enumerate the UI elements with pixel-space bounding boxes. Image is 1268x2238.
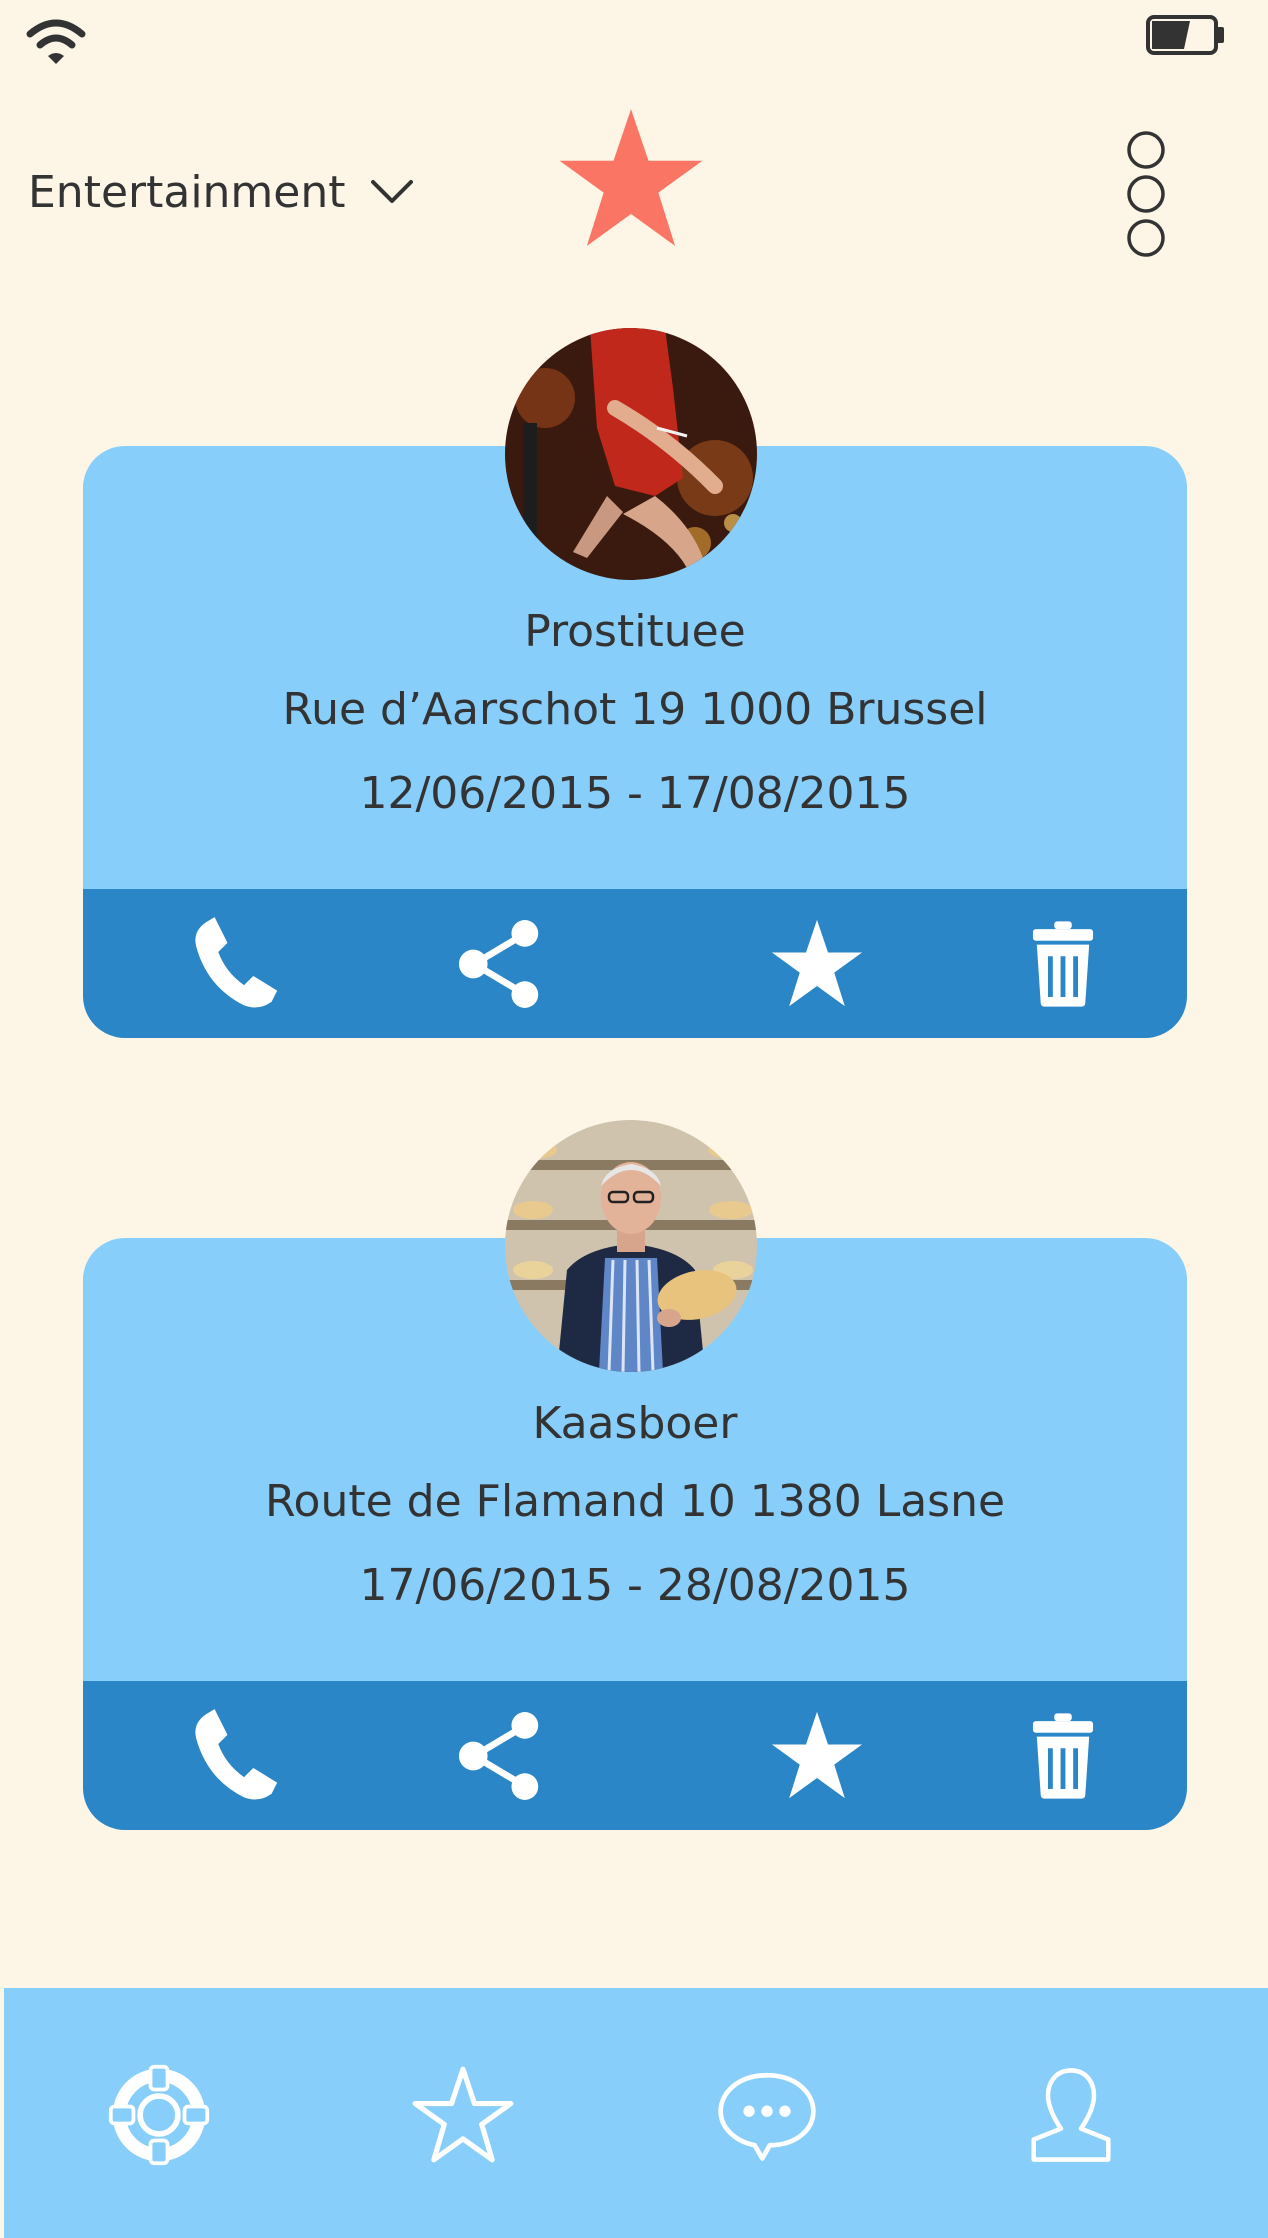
share-button[interactable] bbox=[450, 1703, 550, 1809]
tab-help[interactable] bbox=[104, 2060, 214, 2170]
delete-button[interactable] bbox=[1023, 1703, 1103, 1809]
contact-card[interactable]: Kaasboer Route de Flamand 10 1380 Lasne … bbox=[83, 1120, 1187, 1830]
favorite-button[interactable] bbox=[767, 1703, 867, 1809]
contact-name: Kaasboer bbox=[532, 1398, 738, 1449]
share-icon bbox=[458, 1712, 539, 1800]
contact-dates: 12/06/2015 - 17/08/2015 bbox=[359, 768, 911, 819]
contact-name: Prostituee bbox=[524, 606, 746, 657]
tab-bar bbox=[4, 1988, 1268, 2238]
trash-icon bbox=[1032, 1713, 1094, 1799]
card-actions bbox=[83, 889, 1187, 1038]
battery-icon bbox=[1146, 15, 1224, 55]
card-actions bbox=[83, 1681, 1187, 1830]
contact-dates: 17/06/2015 - 28/08/2015 bbox=[359, 1560, 911, 1611]
wifi-icon bbox=[26, 19, 86, 64]
favorite-button[interactable] bbox=[767, 911, 867, 1017]
chevron-down-icon bbox=[370, 180, 413, 203]
chat-icon bbox=[718, 2072, 816, 2161]
category-label: Entertainment bbox=[28, 166, 346, 218]
star-icon bbox=[771, 919, 863, 1007]
category-dropdown[interactable]: Entertainment bbox=[28, 162, 414, 222]
tab-profile[interactable] bbox=[1016, 2060, 1126, 2170]
contact-card[interactable]: Prostituee Rue d’Aarschot 19 1000 Brusse… bbox=[83, 328, 1187, 1038]
call-button[interactable] bbox=[183, 911, 283, 1017]
delete-button[interactable] bbox=[1023, 911, 1103, 1017]
avatar bbox=[505, 1120, 757, 1372]
share-icon bbox=[458, 920, 539, 1008]
contact-address: Route de Flamand 10 1380 Lasne bbox=[264, 1476, 1006, 1527]
more-vertical-icon[interactable] bbox=[1124, 128, 1168, 260]
star-icon[interactable] bbox=[555, 106, 707, 252]
share-button[interactable] bbox=[450, 911, 550, 1017]
status-bar bbox=[0, 0, 1268, 80]
trash-icon bbox=[1032, 921, 1094, 1007]
header: Entertainment bbox=[0, 100, 1268, 280]
phone-icon bbox=[195, 917, 278, 1008]
star-icon bbox=[771, 1711, 863, 1799]
call-button[interactable] bbox=[183, 1703, 283, 1809]
avatar bbox=[505, 328, 757, 580]
tab-messages[interactable] bbox=[712, 2060, 822, 2170]
contact-address: Rue d’Aarschot 19 1000 Brussel bbox=[282, 684, 988, 735]
lifebuoy-icon bbox=[108, 2064, 210, 2166]
tab-favorites[interactable] bbox=[408, 2060, 518, 2170]
star-outline-icon bbox=[412, 2066, 514, 2163]
phone-icon bbox=[195, 1709, 278, 1800]
user-icon bbox=[1031, 2068, 1111, 2162]
